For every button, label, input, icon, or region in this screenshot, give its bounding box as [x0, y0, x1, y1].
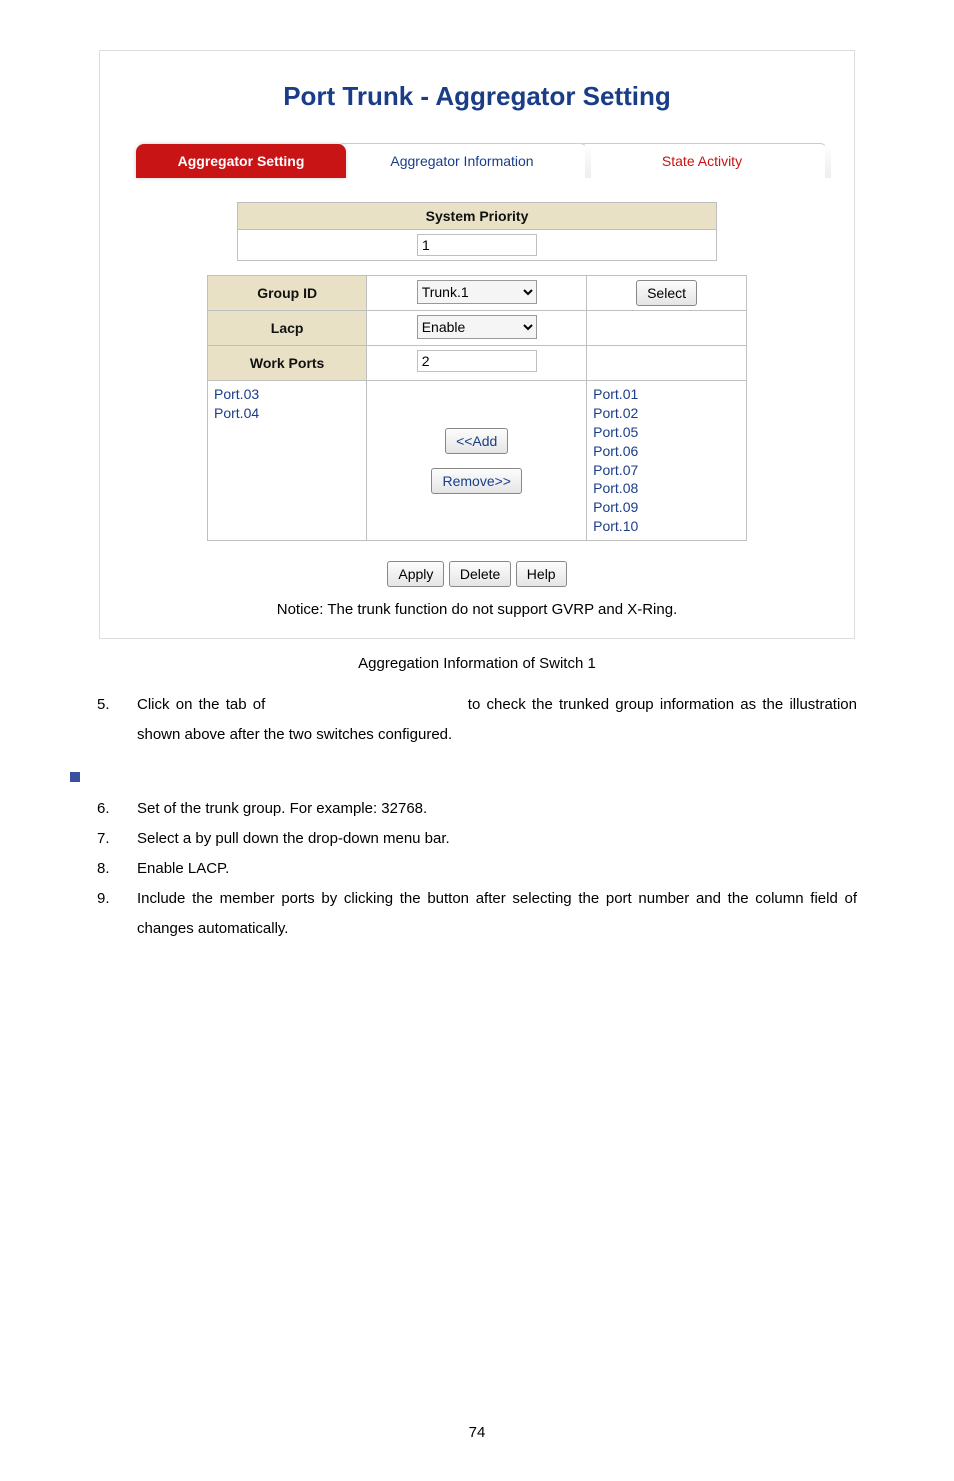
delete-button[interactable]: Delete	[449, 561, 511, 587]
list-number: 9.	[97, 884, 137, 944]
page-number: 74	[0, 1424, 954, 1441]
list-text: Select a by pull down the drop-down menu…	[137, 824, 857, 854]
member-ports-list[interactable]: Port.03Port.04	[214, 385, 360, 423]
system-priority-header: System Priority	[237, 202, 717, 230]
apply-button[interactable]: Apply	[387, 561, 444, 587]
tab-label: Aggregator Setting	[178, 153, 305, 169]
form-area: System Priority Group ID Trunk.1 Select …	[122, 202, 832, 618]
system-priority-input[interactable]	[417, 234, 537, 256]
lacp-select[interactable]: Enable	[417, 315, 537, 339]
figure-caption: Aggregation Information of Switch 1	[0, 655, 954, 672]
list-number: 5.	[97, 690, 137, 750]
add-button[interactable]: <<Add	[445, 428, 508, 454]
list-text: Click on the tab of to check the trunked…	[137, 690, 857, 750]
tab-aggregator-setting[interactable]: Aggregator Setting	[136, 144, 346, 178]
list-number: 7.	[97, 824, 137, 854]
tab-aggregator-information[interactable]: Aggregator Information	[336, 143, 588, 178]
config-screenshot: Port Trunk - Aggregator Setting State Ac…	[99, 50, 855, 639]
tab-label: Aggregator Information	[390, 153, 533, 169]
list-text: Set of the trunk group. For example: 327…	[137, 794, 857, 824]
remove-button[interactable]: Remove>>	[431, 468, 521, 494]
page-title: Port Trunk - Aggregator Setting	[122, 81, 832, 112]
text-fragment: Click on the tab of	[137, 696, 272, 713]
tab-label: State Activity	[662, 153, 742, 169]
list-text: Include the member ports by clicking the…	[137, 884, 857, 944]
lacp-header: Lacp	[208, 311, 367, 346]
tab-state-activity[interactable]: State Activity	[576, 143, 828, 178]
tab-edge-decor	[585, 144, 591, 178]
tab-bar: State Activity Aggregator Information Ag…	[136, 140, 832, 178]
config-grid: Group ID Trunk.1 Select Lacp Enable	[207, 275, 747, 541]
body-text: 5. Click on the tab of to check the trun…	[97, 690, 857, 750]
notice-text: Notice: The trunk function do not suppor…	[122, 601, 832, 618]
group-id-header: Group ID	[208, 276, 367, 311]
section-bullet-icon	[70, 772, 80, 782]
list-number: 8.	[97, 854, 137, 884]
group-id-select[interactable]: Trunk.1	[417, 280, 537, 304]
work-ports-input[interactable]	[417, 350, 537, 372]
list-text: Enable LACP.	[137, 854, 857, 884]
list-number: 6.	[97, 794, 137, 824]
select-button[interactable]: Select	[636, 280, 697, 306]
body-text-section2: 6. Set of the trunk group. For example: …	[97, 794, 857, 944]
available-ports-list[interactable]: Port.01Port.02Port.05Port.06Port.07Port.…	[593, 385, 740, 536]
tab-edge-decor	[825, 144, 831, 178]
work-ports-header: Work Ports	[208, 346, 367, 381]
help-button[interactable]: Help	[516, 561, 567, 587]
